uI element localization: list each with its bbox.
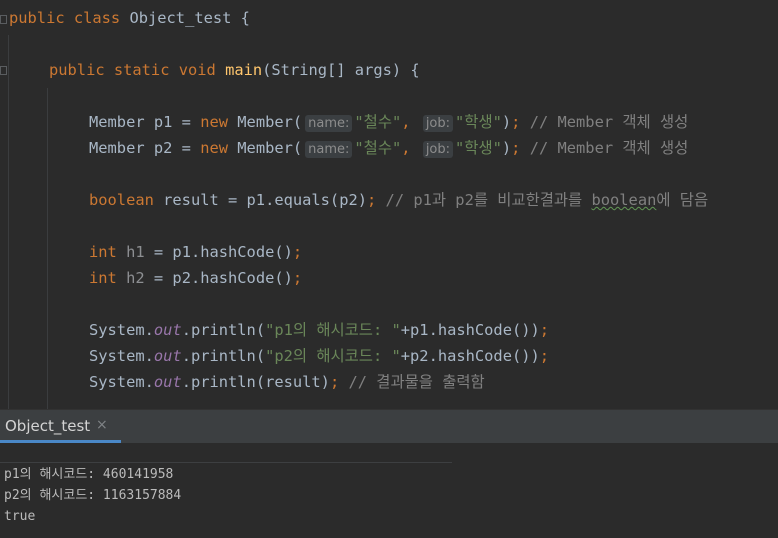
code-line-10: System.out.println(result); // 결과물을 출력함: [89, 373, 485, 391]
static-field: out: [153, 373, 182, 391]
run-tab-label: Object_test: [5, 417, 91, 435]
run-console[interactable]: p1의 해시코드: 460141958 p2의 해시코드: 1163157884…: [0, 443, 778, 538]
code-line-1: public class Object_test {: [9, 9, 250, 27]
keyword: public class: [9, 9, 130, 27]
code-text: System.: [89, 347, 154, 365]
spellcheck-word: boolean: [591, 191, 657, 209]
fold-method-icon[interactable]: [0, 66, 7, 75]
class-decl: Object_test {: [129, 9, 250, 27]
code-text: ): [501, 113, 512, 131]
code-line-3: Member p1 = new Member(name: "철수", job: "학…: [89, 113, 688, 132]
keyword: new: [200, 113, 238, 131]
comment: // p1과 p2를 비교한결과를: [376, 191, 592, 209]
code-text: +p2.hashCode()): [400, 347, 540, 365]
code-line-7: int h2 = p2.hashCode();: [89, 269, 302, 287]
code-text: Member(: [237, 139, 303, 157]
string-literal: "p2의 해시코드: ": [265, 347, 401, 365]
keyword: int: [89, 243, 127, 261]
semicolon: ;: [539, 321, 550, 339]
string-literal: "철수": [354, 113, 402, 131]
code-line-5: boolean result = p1.equals(p2); // p1과 p…: [89, 191, 708, 209]
parameter-hint-name: name:: [305, 141, 353, 158]
code-text: Member p2 =: [89, 139, 201, 157]
code-text: Member(: [237, 113, 303, 131]
run-tool-window-tabbar: Object_test ×: [0, 409, 778, 443]
comment: // Member 객체 생성: [520, 113, 689, 131]
code-text: = p1.hashCode(): [144, 243, 293, 261]
code-editor[interactable]: public class Object_test { public static…: [0, 0, 778, 409]
string-literal: "철수": [354, 139, 402, 157]
console-output-line: p2의 해시코드: 1163157884: [4, 488, 182, 503]
comma: ,: [401, 113, 420, 131]
code-text: = p2.hashCode(): [144, 269, 293, 287]
code-text: .println(: [181, 321, 266, 339]
keyword: new: [200, 139, 238, 157]
code-text: ): [501, 139, 512, 157]
string-literal: "학생": [455, 139, 502, 157]
code-text: System.: [89, 321, 154, 339]
string-literal: "학생": [455, 113, 502, 131]
console-output-line: true: [4, 509, 36, 524]
code-line-9: System.out.println("p2의 해시코드: "+p2.hashC…: [89, 347, 549, 365]
parameter-hint-name: name:: [305, 115, 353, 132]
keyword: public static void: [49, 61, 226, 79]
run-tab-object-test[interactable]: Object_test ×: [0, 410, 121, 443]
close-icon[interactable]: ×: [96, 417, 108, 433]
semicolon: ;: [292, 269, 303, 287]
semicolon: ;: [367, 191, 377, 209]
static-field: out: [153, 347, 182, 365]
console-toolbar-strip: [0, 443, 452, 463]
fold-class-icon[interactable]: [0, 15, 7, 24]
code-text: .println(result): [181, 373, 330, 391]
static-field: out: [153, 321, 182, 339]
variable: h2: [126, 269, 145, 287]
console-output-line: p1의 해시코드: 460141958: [4, 467, 174, 482]
code-text: System.: [89, 373, 154, 391]
code-text: .println(: [181, 347, 266, 365]
indent-guide: [47, 88, 48, 409]
code-line-6: int h1 = p1.hashCode();: [89, 243, 302, 261]
comment: // 결과물을 출력함: [339, 373, 485, 391]
comma: ,: [401, 139, 420, 157]
parameter-hint-job: job:: [422, 141, 454, 158]
comment: // Member 객체 생성: [520, 139, 689, 157]
semicolon: ;: [539, 347, 550, 365]
semicolon: ;: [329, 373, 340, 391]
code-line-4: Member p2 = new Member(name: "철수", job: "학…: [89, 139, 688, 158]
semicolon: ;: [292, 243, 303, 261]
code-text: result = p1.equals(p2): [163, 191, 367, 209]
comment: 에 담음: [656, 191, 709, 209]
keyword: boolean: [89, 191, 164, 209]
indent-guide: [8, 35, 9, 409]
parameter-hint-job: job:: [422, 115, 454, 132]
keyword: int: [89, 269, 127, 287]
code-text: Member p1 =: [89, 113, 201, 131]
method-name: main: [225, 61, 263, 79]
code-line-2: public static void main(String[] args) {: [49, 61, 420, 79]
code-text: +p1.hashCode()): [400, 321, 540, 339]
string-literal: "p1의 해시코드: ": [265, 321, 401, 339]
variable: h1: [126, 243, 145, 261]
code-text: (String[] args) {: [262, 61, 420, 79]
code-line-8: System.out.println("p1의 해시코드: "+p1.hashC…: [89, 321, 549, 339]
